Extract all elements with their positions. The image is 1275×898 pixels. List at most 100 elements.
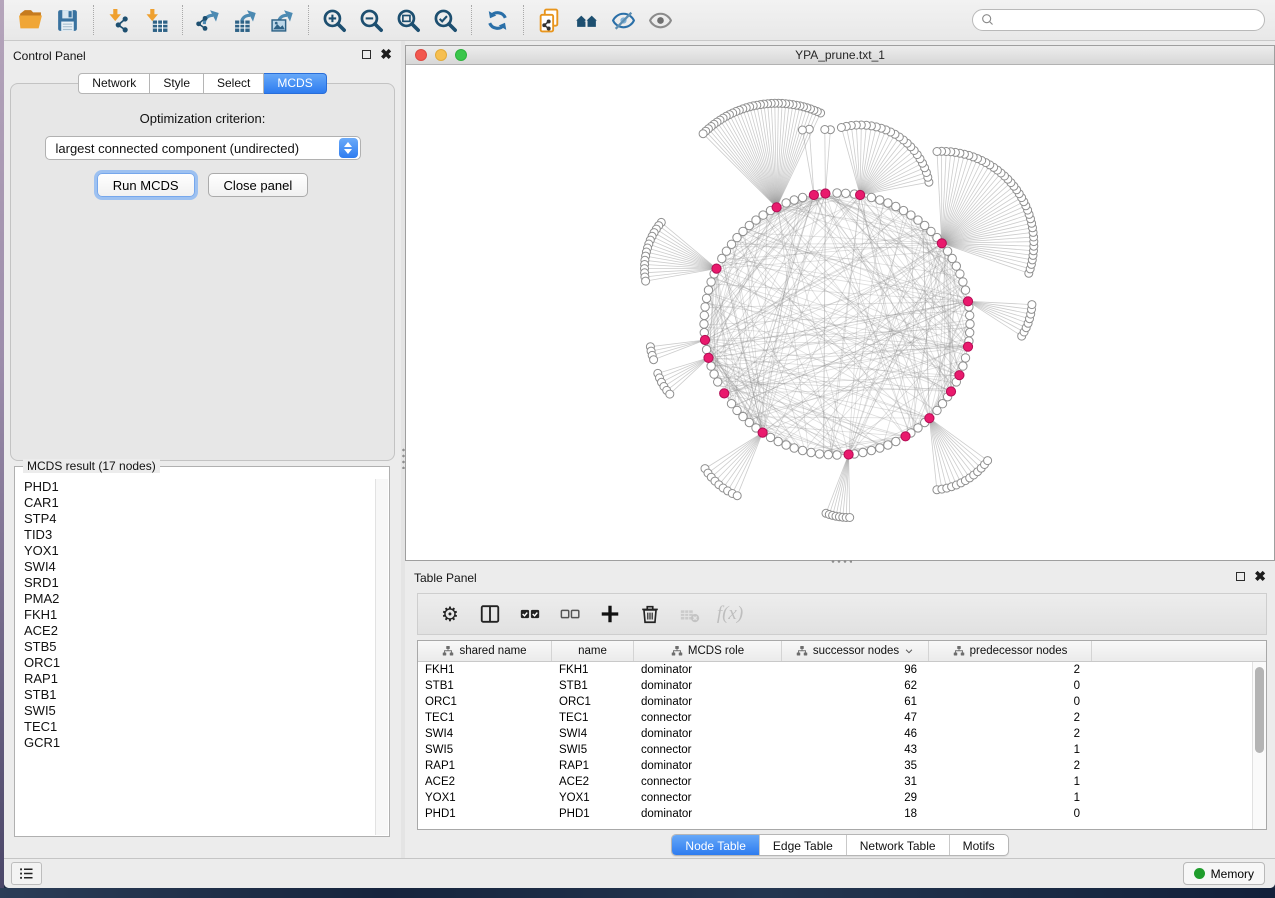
close-panel-button[interactable]: Close panel	[208, 173, 309, 197]
maximize-window-icon[interactable]	[455, 49, 467, 61]
zoom-in-icon[interactable]	[316, 4, 353, 37]
apply-preferred-layout-icon[interactable]	[479, 4, 516, 37]
mcds-result-item[interactable]: PHD1	[16, 479, 374, 495]
mcds-result-item[interactable]: FKH1	[16, 607, 374, 623]
tab-edge-table[interactable]: Edge Table	[759, 835, 846, 855]
network-view[interactable]	[406, 66, 1274, 560]
network-window: YPA_prune.txt_1	[405, 45, 1275, 561]
table-row[interactable]: ORC1ORC1dominator610	[418, 694, 1266, 710]
export-image-icon[interactable]	[264, 4, 301, 37]
search-box	[972, 9, 1265, 31]
cell: STB1	[418, 678, 552, 694]
import-network-icon[interactable]	[101, 4, 138, 37]
add-icon[interactable]	[590, 597, 630, 631]
new-network-from-selection-icon[interactable]	[531, 4, 568, 37]
deselect-all-icon[interactable]	[550, 597, 590, 631]
tab-motifs[interactable]: Motifs	[949, 835, 1008, 855]
mcds-result-item[interactable]: TID3	[16, 527, 374, 543]
table-row[interactable]: STB1STB1dominator620	[418, 678, 1266, 694]
column-header-MCDS-role[interactable]: MCDS role	[634, 641, 782, 661]
optimization-criterion-label: Optimization criterion:	[11, 111, 394, 126]
save-icon[interactable]	[49, 4, 86, 37]
first-neighbors-icon[interactable]	[568, 4, 605, 37]
zoom-selected-icon[interactable]	[427, 4, 464, 37]
sort-desc-icon	[904, 646, 914, 656]
network-window-titlebar[interactable]: YPA_prune.txt_1	[406, 46, 1274, 65]
column-header-successor-nodes[interactable]: successor nodes	[782, 641, 929, 661]
table-scrollbar-thumb[interactable]	[1255, 667, 1264, 753]
delete-icon[interactable]	[630, 597, 670, 631]
cell: connector	[634, 790, 782, 806]
mcds-result-item[interactable]: TEC1	[16, 719, 374, 735]
mcds-result-item[interactable]: YOX1	[16, 543, 374, 559]
cell: 96	[782, 662, 929, 678]
table-row[interactable]: FKH1FKH1dominator962	[418, 662, 1266, 678]
function-builder-icon: f(x)	[710, 597, 750, 631]
export-table-icon[interactable]	[227, 4, 264, 37]
table-row[interactable]: ACE2ACE2connector311	[418, 774, 1266, 790]
tab-node-table[interactable]: Node Table	[672, 835, 759, 855]
close-panel-icon[interactable]: ✖	[380, 49, 392, 60]
mcds-result-item[interactable]: SRD1	[16, 575, 374, 591]
table-row[interactable]: SWI4SWI4dominator462	[418, 726, 1266, 742]
minimize-window-icon[interactable]	[435, 49, 447, 61]
cell: 2	[929, 758, 1092, 774]
tab-network[interactable]: Network	[78, 73, 150, 94]
toolbar-separator	[182, 5, 183, 35]
search-icon	[980, 12, 996, 28]
cell: 29	[782, 790, 929, 806]
mcds-result-item[interactable]: GCR1	[16, 735, 374, 751]
column-header-predecessor-nodes[interactable]: predecessor nodes	[929, 641, 1092, 661]
mcds-result-item[interactable]: SWI4	[16, 559, 374, 575]
mcds-result-item[interactable]: ORC1	[16, 655, 374, 671]
mcds-result-item[interactable]: RAP1	[16, 671, 374, 687]
column-header-name[interactable]: name	[552, 641, 634, 661]
open-icon[interactable]	[12, 4, 49, 37]
mcds-list-scrollbar[interactable]	[375, 479, 388, 835]
mcds-result-item[interactable]: ACE2	[16, 623, 374, 639]
select-all-icon[interactable]	[510, 597, 550, 631]
cell: dominator	[634, 662, 782, 678]
zoom-fit-icon[interactable]	[390, 4, 427, 37]
settings-icon[interactable]: ⚙	[430, 597, 470, 631]
table-row[interactable]: PHD1PHD1dominator180	[418, 806, 1266, 822]
mcds-result-item[interactable]: STP4	[16, 511, 374, 527]
float-table-panel-icon[interactable]	[1236, 572, 1245, 581]
criterion-select[interactable]: largest connected component (undirected)	[45, 136, 361, 160]
tab-network-table[interactable]: Network Table	[846, 835, 949, 855]
run-mcds-button[interactable]: Run MCDS	[97, 173, 195, 197]
mcds-result-item[interactable]: SWI5	[16, 703, 374, 719]
hide-graphics-details-icon[interactable]	[605, 4, 642, 37]
mcds-result-item[interactable]: CAR1	[16, 495, 374, 511]
mcds-result-item[interactable]: STB5	[16, 639, 374, 655]
control-panel-title: Control Panel	[13, 49, 86, 63]
cell: TEC1	[418, 710, 552, 726]
columns-icon[interactable]	[470, 597, 510, 631]
table-row[interactable]: SWI5SWI5connector431	[418, 742, 1266, 758]
table-row[interactable]: RAP1RAP1dominator352	[418, 758, 1266, 774]
import-table-icon[interactable]	[138, 4, 175, 37]
close-window-icon[interactable]	[415, 49, 427, 61]
export-network-icon[interactable]	[190, 4, 227, 37]
task-history-button[interactable]	[11, 862, 42, 885]
attribute-type-icon	[796, 645, 808, 657]
delete-table-icon	[670, 597, 710, 631]
column-header-shared-name[interactable]: shared name	[418, 641, 552, 661]
show-graphics-details-icon[interactable]	[642, 4, 679, 37]
table-row[interactable]: TEC1TEC1connector472	[418, 710, 1266, 726]
tab-mcds[interactable]: MCDS	[264, 73, 326, 94]
memory-button[interactable]: Memory	[1183, 862, 1265, 885]
table-row[interactable]: YOX1YOX1connector291	[418, 790, 1266, 806]
table-scrollbar[interactable]	[1252, 662, 1266, 829]
mcds-result-item[interactable]: STB1	[16, 687, 374, 703]
zoom-out-icon[interactable]	[353, 4, 390, 37]
tab-select[interactable]: Select	[204, 73, 264, 94]
table-panel: Table Panel ✖ ⚙f(x) shared namenameMCDS …	[405, 563, 1275, 858]
float-panel-icon[interactable]	[362, 50, 371, 59]
mcds-result-item[interactable]: PMA2	[16, 591, 374, 607]
main-toolbar	[4, 0, 1275, 41]
tab-style[interactable]: Style	[150, 73, 204, 94]
select-stepper-icon	[339, 138, 358, 158]
search-input[interactable]	[996, 13, 1257, 27]
close-table-panel-icon[interactable]: ✖	[1254, 571, 1266, 582]
